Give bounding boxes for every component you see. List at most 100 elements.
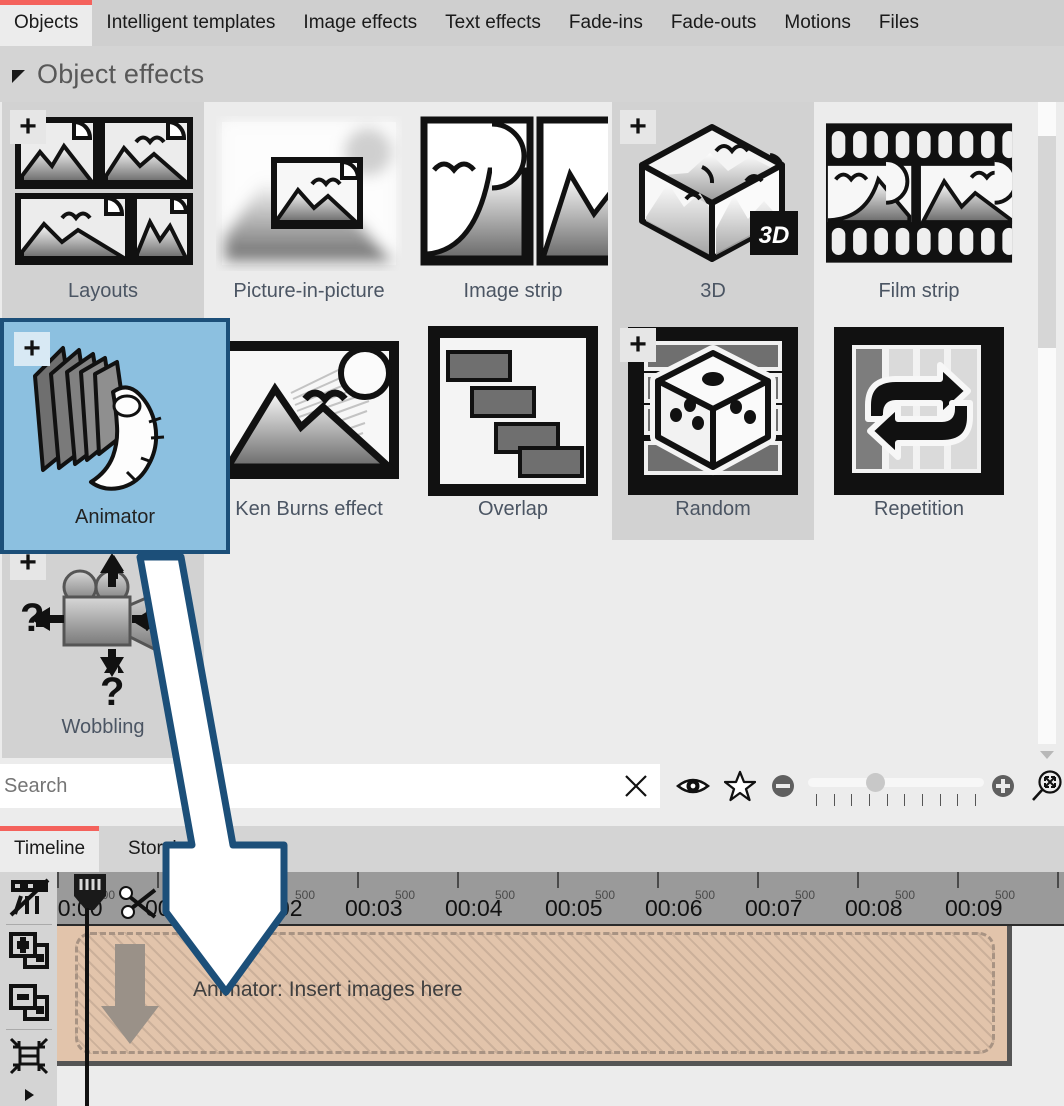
eye-icon[interactable] — [676, 773, 710, 799]
timeline-track[interactable]: Animator: Insert images here — [57, 926, 1007, 1061]
effect-item-picture-in-picture[interactable]: Picture-in-picture — [208, 102, 410, 322]
triangle-collapse-icon[interactable] — [12, 70, 25, 83]
effect-item-label: Image strip — [464, 280, 563, 303]
add-badge[interactable]: + — [620, 328, 656, 362]
minus-circle-icon[interactable] — [770, 773, 796, 799]
effect-item-label: Picture-in-picture — [233, 280, 384, 303]
tab-storyboard[interactable]: Storyboard — [114, 826, 235, 872]
tab-label: Fade-ins — [569, 12, 643, 34]
scroll-down-arrow-icon[interactable] — [1038, 748, 1056, 762]
overlap-icon — [418, 330, 608, 492]
effect-item-label: Overlap — [478, 498, 548, 521]
scissors-icon[interactable] — [117, 884, 159, 929]
zoom-slider-knob[interactable] — [866, 773, 885, 792]
ruler-half-label: 500 — [995, 888, 1015, 902]
ruler-half-label: 500 — [695, 888, 715, 902]
timeline-ruler[interactable]: 00:00 500 00:01 500 00:02 500 00:03 500 … — [57, 872, 1064, 926]
remove-track-icon[interactable] — [0, 977, 57, 1029]
tab-timeline[interactable]: Timeline — [0, 826, 99, 872]
tab-label: Objects — [14, 12, 78, 34]
effects-toolbar — [662, 764, 1064, 808]
fit-track-icon[interactable] — [0, 1030, 57, 1082]
zoom-slider-track[interactable] — [808, 778, 984, 787]
effect-item-3d[interactable]: 3D + 3D — [612, 102, 814, 322]
effect-item-overlap[interactable]: Overlap — [412, 320, 614, 540]
tab-intelligent-templates[interactable]: Intelligent templates — [92, 0, 289, 46]
tab-label: Motions — [784, 12, 851, 34]
ruler-half-label: 500 — [595, 888, 615, 902]
tab-label: Fade-outs — [671, 12, 757, 34]
ruler-label: 00:09 — [945, 895, 1003, 922]
cube-3d-badge-text: 3D — [759, 222, 790, 249]
timeline-track-placeholder: Animator: Insert images here — [193, 978, 463, 1002]
tab-files[interactable]: Files — [865, 0, 933, 46]
effect-item-label: Wobbling — [61, 716, 144, 739]
tab-text-effects[interactable]: Text effects — [431, 0, 555, 46]
question-mark-left: ? — [20, 596, 44, 640]
effect-item-ken-burns[interactable]: Ken Burns effect — [208, 320, 410, 540]
tab-label: Text effects — [445, 12, 541, 34]
image-strip-icon — [418, 112, 608, 274]
effect-item-label: Random — [675, 498, 751, 521]
effect-item-label: 3D — [700, 280, 726, 303]
effect-item-layouts[interactable]: + Layouts — [2, 102, 204, 322]
top-tab-bar: Objects Intelligent templates Image effe… — [0, 0, 1064, 46]
effects-row-1: + Layouts — [0, 102, 1034, 322]
effect-item-repetition[interactable]: Repetition — [818, 320, 1020, 540]
add-badge[interactable]: + — [10, 110, 46, 144]
expand-tracks-icon[interactable] — [0, 1082, 57, 1106]
tab-fade-ins[interactable]: Fade-ins — [555, 0, 657, 46]
picture-in-picture-icon — [214, 112, 404, 274]
ruler-half-label: 500 — [795, 888, 815, 902]
question-mark-bottom: ? — [100, 670, 124, 709]
effect-item-label: Film strip — [878, 280, 959, 303]
search-input[interactable] — [0, 774, 600, 799]
tab-image-effects[interactable]: Image effects — [289, 0, 431, 46]
effects-panel[interactable]: + Layouts — [0, 102, 1034, 762]
ruler-half-label: 500 — [495, 888, 515, 902]
add-badge[interactable]: + — [620, 110, 656, 144]
effect-item-label: Layouts — [68, 280, 138, 303]
star-icon[interactable] — [724, 770, 756, 802]
zoom-slider-ticks — [816, 794, 976, 808]
effect-item-wobbling[interactable]: ? ? + Wobbling — [2, 538, 204, 758]
effect-item-random[interactable]: + Random — [612, 320, 814, 540]
effects-scrollbar-thumb[interactable] — [1038, 136, 1056, 348]
effect-item-image-strip[interactable]: Image strip — [412, 102, 614, 322]
repetition-loop-icon — [824, 330, 1014, 492]
tab-motions[interactable]: Motions — [770, 0, 865, 46]
film-strip-icon — [824, 112, 1014, 274]
tab-label: Storyboard — [128, 838, 221, 860]
timeline-track-area[interactable]: Animator: Insert images here — [57, 926, 1064, 1106]
section-header[interactable]: Object effects — [0, 46, 1064, 102]
tab-label: Files — [879, 12, 919, 34]
tab-objects[interactable]: Objects — [0, 0, 92, 46]
playhead-line — [85, 908, 89, 1106]
toggle-waveform-icon[interactable] — [0, 872, 57, 924]
tab-fade-outs[interactable]: Fade-outs — [657, 0, 771, 46]
ruler-half-label: 500 — [195, 888, 215, 902]
effect-item-label: Repetition — [874, 498, 964, 521]
zoom-slider[interactable] — [808, 766, 976, 806]
tab-label: Timeline — [14, 838, 85, 860]
effects-row-2: + Animator — [0, 320, 1034, 540]
ruler-label: 00:07 — [745, 895, 803, 922]
effect-item-animator[interactable]: + Animator — [0, 318, 230, 554]
plus-circle-icon[interactable] — [990, 773, 1016, 799]
timeline-tab-bar: Timeline Storyboard — [0, 826, 1064, 872]
effect-item-film-strip[interactable]: Film strip — [818, 102, 1020, 322]
add-track-icon[interactable] — [0, 925, 57, 977]
ruler-label: 00:04 — [445, 895, 503, 922]
magnifier-fit-icon[interactable] — [1030, 769, 1064, 803]
effects-scrollbar[interactable] — [1038, 102, 1056, 744]
close-x-icon[interactable] — [624, 774, 648, 798]
ruler-half-label: 500 — [895, 888, 915, 902]
track-right-shadow — [1007, 926, 1012, 1065]
search-box[interactable] — [0, 764, 660, 808]
ruler-half-label: 500 — [395, 888, 415, 902]
track-bottom-shadow — [57, 1061, 1012, 1066]
playhead[interactable] — [72, 872, 112, 1106]
add-badge[interactable]: + — [14, 332, 50, 366]
effects-row-3: ? ? + Wobbling — [0, 538, 1034, 758]
effect-item-label: Animator — [75, 506, 155, 529]
